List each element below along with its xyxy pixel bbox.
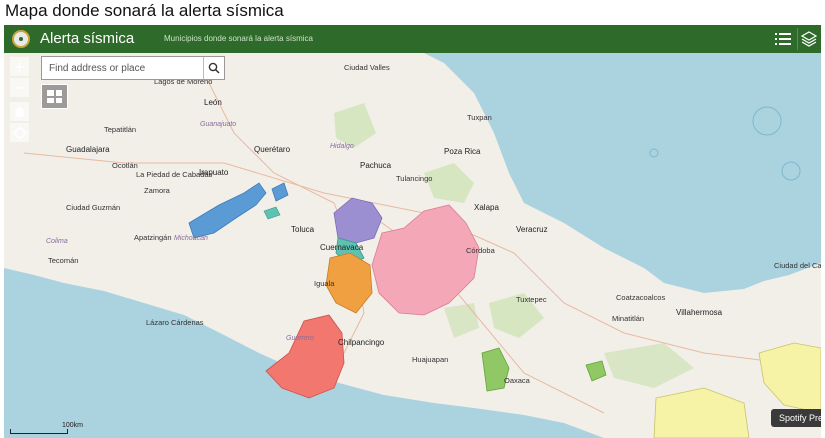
label-tuxpan: Tuxpan bbox=[467, 113, 492, 122]
label-tecoman: Tecomán bbox=[48, 256, 79, 265]
label-toluca: Toluca bbox=[291, 225, 315, 234]
zoom-out-button[interactable]: − bbox=[10, 78, 29, 97]
legend-button[interactable] bbox=[772, 28, 794, 50]
page-title: Mapa donde sonará la alerta sísmica bbox=[5, 1, 284, 20]
legend-list-icon bbox=[775, 32, 791, 46]
label-iguala: Iguala bbox=[314, 279, 335, 288]
label-ocotlan: Ocotlán bbox=[112, 161, 138, 170]
home-button[interactable] bbox=[10, 102, 29, 121]
label-villahermosa: Villahermosa bbox=[676, 308, 723, 317]
label-xalapa: Xalapa bbox=[474, 203, 499, 212]
basemap-gallery-icon bbox=[47, 90, 54, 96]
basemap-gallery-button[interactable] bbox=[41, 84, 68, 109]
label-ciudad-guzman: Ciudad Guzmán bbox=[66, 203, 121, 212]
label-chilpancingo: Chilpancingo bbox=[338, 338, 385, 347]
label-zamora: Zamora bbox=[144, 186, 170, 195]
label-cuernavaca: Cuernavaca bbox=[320, 243, 364, 252]
search-input[interactable] bbox=[42, 58, 204, 78]
label-cordoba: Córdoba bbox=[466, 246, 495, 255]
layers-icon bbox=[800, 31, 817, 47]
home-icon bbox=[14, 106, 25, 117]
label-veracruz: Veracruz bbox=[516, 225, 548, 234]
label-oaxaca: Oaxaca bbox=[504, 376, 530, 385]
basemap bbox=[4, 53, 821, 438]
label-colima: Colima bbox=[46, 238, 68, 245]
layers-button[interactable] bbox=[797, 28, 819, 50]
label-poza-rica: Poza Rica bbox=[444, 147, 481, 156]
locate-icon bbox=[13, 126, 26, 139]
label-hidalgo: Hidalgo bbox=[330, 143, 354, 150]
map-view[interactable]: Ciudad Valles Tuxpan Poza Rica Pachuca T… bbox=[4, 53, 821, 438]
label-leon: León bbox=[204, 98, 222, 107]
map-app: Alerta sísmica Municipios donde sonará l… bbox=[4, 25, 821, 438]
zoom-in-button[interactable]: + bbox=[10, 57, 29, 76]
search-widget bbox=[41, 56, 225, 80]
label-coatzacoalcos: Coatzacoalcos bbox=[616, 293, 666, 302]
app-header: Alerta sísmica Municipios donde sonará l… bbox=[4, 25, 821, 53]
label-tuxtepec: Tuxtepec bbox=[516, 295, 547, 304]
label-ciudad-valles: Ciudad Valles bbox=[344, 63, 390, 72]
app-logo-icon bbox=[12, 30, 30, 48]
scale-label: 100km bbox=[62, 422, 84, 429]
spotify-tooltip: Spotify Pre bbox=[771, 409, 821, 427]
search-icon bbox=[208, 62, 220, 74]
label-pachuca: Pachuca bbox=[360, 161, 392, 170]
reef bbox=[781, 161, 801, 181]
label-ciudad-del-carmen: Ciudad del Carmen bbox=[774, 261, 821, 270]
label-la-piedad: La Piedad de Cabadas bbox=[136, 170, 213, 179]
app-title: Alerta sísmica bbox=[40, 30, 135, 47]
search-button[interactable] bbox=[203, 57, 224, 79]
label-apatzingan: Apatzingán bbox=[134, 233, 172, 242]
label-huajuapan: Huajuapan bbox=[412, 355, 449, 364]
label-lazaro-cardenas: Lázaro Cárdenas bbox=[146, 318, 204, 327]
scale-bar bbox=[10, 429, 68, 434]
label-tulancingo: Tulancingo bbox=[396, 174, 433, 183]
label-guerrero: Guerrero bbox=[286, 335, 315, 342]
label-minatitlan: Minatitlán bbox=[612, 314, 645, 323]
label-queretaro: Querétaro bbox=[254, 145, 291, 154]
reef bbox=[649, 148, 659, 158]
app-subtitle: Municipios donde sonará la alerta sísmic… bbox=[164, 34, 313, 43]
locate-button[interactable] bbox=[10, 123, 29, 142]
label-michoacan: Michoacán bbox=[174, 235, 208, 242]
label-guanajuato: Guanajuato bbox=[200, 121, 237, 128]
label-guadalajara: Guadalajara bbox=[66, 145, 110, 154]
label-tepatitlan: Tepatitlán bbox=[104, 125, 137, 134]
reef bbox=[752, 106, 782, 136]
